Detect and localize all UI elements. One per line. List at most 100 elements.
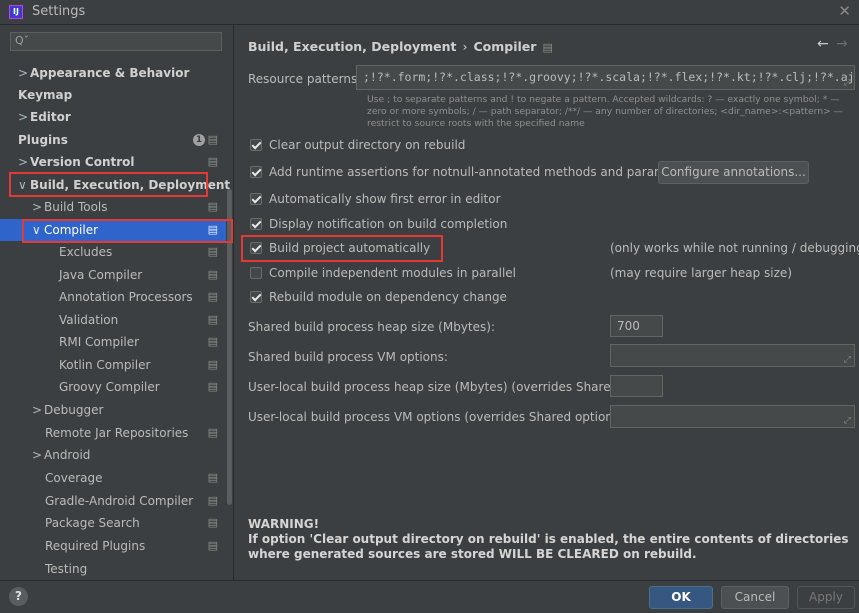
local-heap-input[interactable] — [610, 375, 663, 397]
checkbox-label: Display notification on build completion — [269, 217, 508, 231]
sidebar-item-build-tools[interactable]: > Build Tools ▤ — [0, 196, 226, 218]
cancel-button[interactable]: Cancel — [721, 586, 789, 609]
sidebar-item-package-search[interactable]: Package Search ▤ — [0, 512, 226, 534]
warning-text: If option 'Clear output directory on reb… — [248, 532, 849, 561]
apply-button[interactable]: Apply — [797, 586, 855, 609]
checkbox-label: Rebuild module on dependency change — [269, 290, 507, 304]
project-settings-icon: ▤ — [207, 133, 218, 146]
runtime-assertions-checkbox[interactable]: Add runtime assertions for notnull-annot… — [250, 163, 696, 181]
checkbox-checked[interactable] — [250, 193, 262, 205]
chevron-down-icon: ∨ — [32, 223, 41, 237]
sidebar-item-label: Debugger — [44, 403, 104, 417]
forward-arrow-icon[interactable]: → — [836, 36, 848, 52]
breadcrumb-current: Compiler — [473, 39, 537, 54]
sidebar-item-label: Groovy Compiler — [59, 380, 160, 394]
sidebar-item-excludes[interactable]: Excludes ▤ — [0, 241, 226, 263]
expand-icon[interactable]: ⤢ — [844, 355, 851, 365]
sidebar-item-label: Build, Execution, Deployment — [30, 178, 231, 192]
project-settings-icon: ▤ — [207, 290, 218, 303]
sidebar-item-annotation-processors[interactable]: Annotation Processors ▤ — [0, 286, 226, 308]
sidebar-item-label: Version Control — [30, 155, 135, 169]
sidebar-item-rmi-compiler[interactable]: RMI Compiler ▤ — [0, 331, 226, 353]
sidebar-item-label: Appearance & Behavior — [30, 66, 190, 80]
window-title: Settings — [32, 4, 86, 19]
shared-vm-input[interactable]: ⤢ — [610, 344, 855, 367]
sidebar-item-coverage[interactable]: Coverage ▤ — [0, 467, 226, 489]
project-settings-icon: ▤ — [207, 313, 218, 326]
sidebar-item-groovy-compiler[interactable]: Groovy Compiler ▤ — [0, 376, 226, 398]
rebuild-on-dependency-checkbox[interactable]: Rebuild module on dependency change — [250, 288, 507, 306]
title-bar: IJ Settings ✕ — [0, 0, 859, 25]
expand-icon[interactable]: ⤢ — [844, 78, 851, 88]
sidebar-scrollbar[interactable] — [227, 189, 232, 505]
plugin-updates-badge: 1 — [193, 134, 205, 146]
sidebar-item-android[interactable]: > Android — [0, 444, 226, 466]
sidebar-item-label: Coverage — [45, 471, 103, 485]
sidebar-item-testing[interactable]: Testing — [0, 558, 226, 580]
notify-build-completion-checkbox[interactable]: Display notification on build completion — [250, 215, 507, 233]
dialog-footer: ? OK Cancel Apply — [0, 580, 859, 613]
sidebar-item-java-compiler[interactable]: Java Compiler ▤ — [0, 264, 226, 286]
sidebar-item-label: Validation — [59, 313, 119, 327]
project-settings-icon: ▤ — [207, 358, 218, 371]
sidebar-item-label: RMI Compiler — [59, 335, 140, 349]
sidebar-item-plugins[interactable]: Plugins 1 ▤ — [0, 129, 226, 151]
sidebar-item-remote-jar-repositories[interactable]: Remote Jar Repositories ▤ — [0, 422, 226, 444]
checkbox-checked[interactable] — [250, 139, 262, 151]
sidebar-item-kotlin-compiler[interactable]: Kotlin Compiler ▤ — [0, 354, 226, 376]
sidebar-item-keymap[interactable]: Keymap — [0, 84, 226, 106]
resource-patterns-input[interactable]: ;!?*.form;!?*.class;!?*.groovy;!?*.scala… — [356, 65, 855, 90]
sidebar-item-label: Editor — [30, 110, 71, 124]
help-icon[interactable]: ? — [9, 587, 28, 606]
build-project-automatically-checkbox[interactable]: Build project automatically — [250, 239, 430, 257]
sidebar-item-validation[interactable]: Validation ▤ — [0, 309, 226, 331]
sidebar-item-label: Android — [44, 448, 91, 462]
show-first-error-checkbox[interactable]: Automatically show first error in editor — [250, 190, 501, 208]
shared-heap-label: Shared build process heap size (Mbytes): — [248, 320, 495, 334]
sidebar-item-label: Excludes — [59, 245, 113, 259]
project-settings-icon: ▤ — [207, 155, 218, 168]
breadcrumb: Build, Execution, Deployment › Compiler ▤ — [248, 39, 553, 54]
checkbox-checked[interactable] — [250, 166, 262, 178]
configure-annotations-button[interactable]: Configure annotations... — [658, 161, 809, 184]
project-settings-icon: ▤ — [207, 335, 218, 348]
project-settings-icon: ▤ — [542, 41, 553, 54]
sidebar-item-version-control[interactable]: > Version Control ▤ — [0, 151, 226, 173]
close-icon[interactable]: ✕ — [838, 2, 851, 20]
parallel-compile-checkbox[interactable]: Compile independent modules in parallel — [250, 264, 516, 282]
warning-title: WARNING! — [248, 517, 320, 531]
clear-output-checkbox[interactable]: Clear output directory on rebuild — [250, 136, 465, 154]
chevron-down-icon: ∨ — [18, 178, 27, 192]
checkbox-checked[interactable] — [250, 242, 262, 254]
checkbox-unchecked[interactable] — [250, 267, 262, 279]
build-auto-note: (only works while not running / debuggin… — [610, 241, 859, 255]
breadcrumb-parent[interactable]: Build, Execution, Deployment — [248, 39, 456, 54]
sidebar-item-compiler[interactable]: ∨ Compiler ▤ — [0, 219, 226, 241]
checkbox-checked[interactable] — [250, 218, 262, 230]
ok-button[interactable]: OK — [649, 586, 713, 609]
checkbox-label: Clear output directory on rebuild — [269, 138, 466, 152]
sidebar-item-gradle-android-compiler[interactable]: Gradle-Android Compiler ▤ — [0, 490, 226, 512]
shared-heap-input[interactable]: 700 — [610, 315, 663, 337]
local-vm-label: User-local build process VM options (ove… — [248, 410, 628, 424]
sidebar-item-debugger[interactable]: > Debugger — [0, 399, 226, 421]
sidebar-item-label: Package Search — [45, 516, 140, 530]
sidebar-item-editor[interactable]: > Editor — [0, 106, 226, 128]
project-settings-icon: ▤ — [207, 268, 218, 281]
sidebar-item-label: Java Compiler — [59, 268, 143, 282]
sidebar-item-required-plugins[interactable]: Required Plugins ▤ — [0, 535, 226, 557]
resource-patterns-hint: Use ; to separate patterns and ! to nega… — [367, 94, 843, 129]
search-input[interactable]: Qˇ — [10, 32, 222, 51]
chevron-right-icon: > — [32, 200, 43, 214]
expand-icon[interactable]: ⤢ — [844, 416, 851, 426]
chevron-right-icon: > — [32, 448, 43, 462]
checkbox-label: Build project automatically — [269, 241, 431, 255]
checkbox-checked[interactable] — [250, 291, 262, 303]
resource-patterns-label: Resource patterns: — [248, 72, 362, 86]
local-vm-input[interactable]: ⤢ — [610, 405, 855, 428]
sidebar-item-label: Gradle-Android Compiler — [45, 494, 194, 508]
sidebar-item-build-execution-deployment[interactable]: ∨ Build, Execution, Deployment — [0, 174, 230, 196]
sidebar-item-appearance-behavior[interactable]: > Appearance & Behavior — [0, 62, 226, 84]
back-arrow-icon[interactable]: ← — [817, 36, 829, 52]
sidebar-item-label: Annotation Processors — [59, 290, 193, 304]
